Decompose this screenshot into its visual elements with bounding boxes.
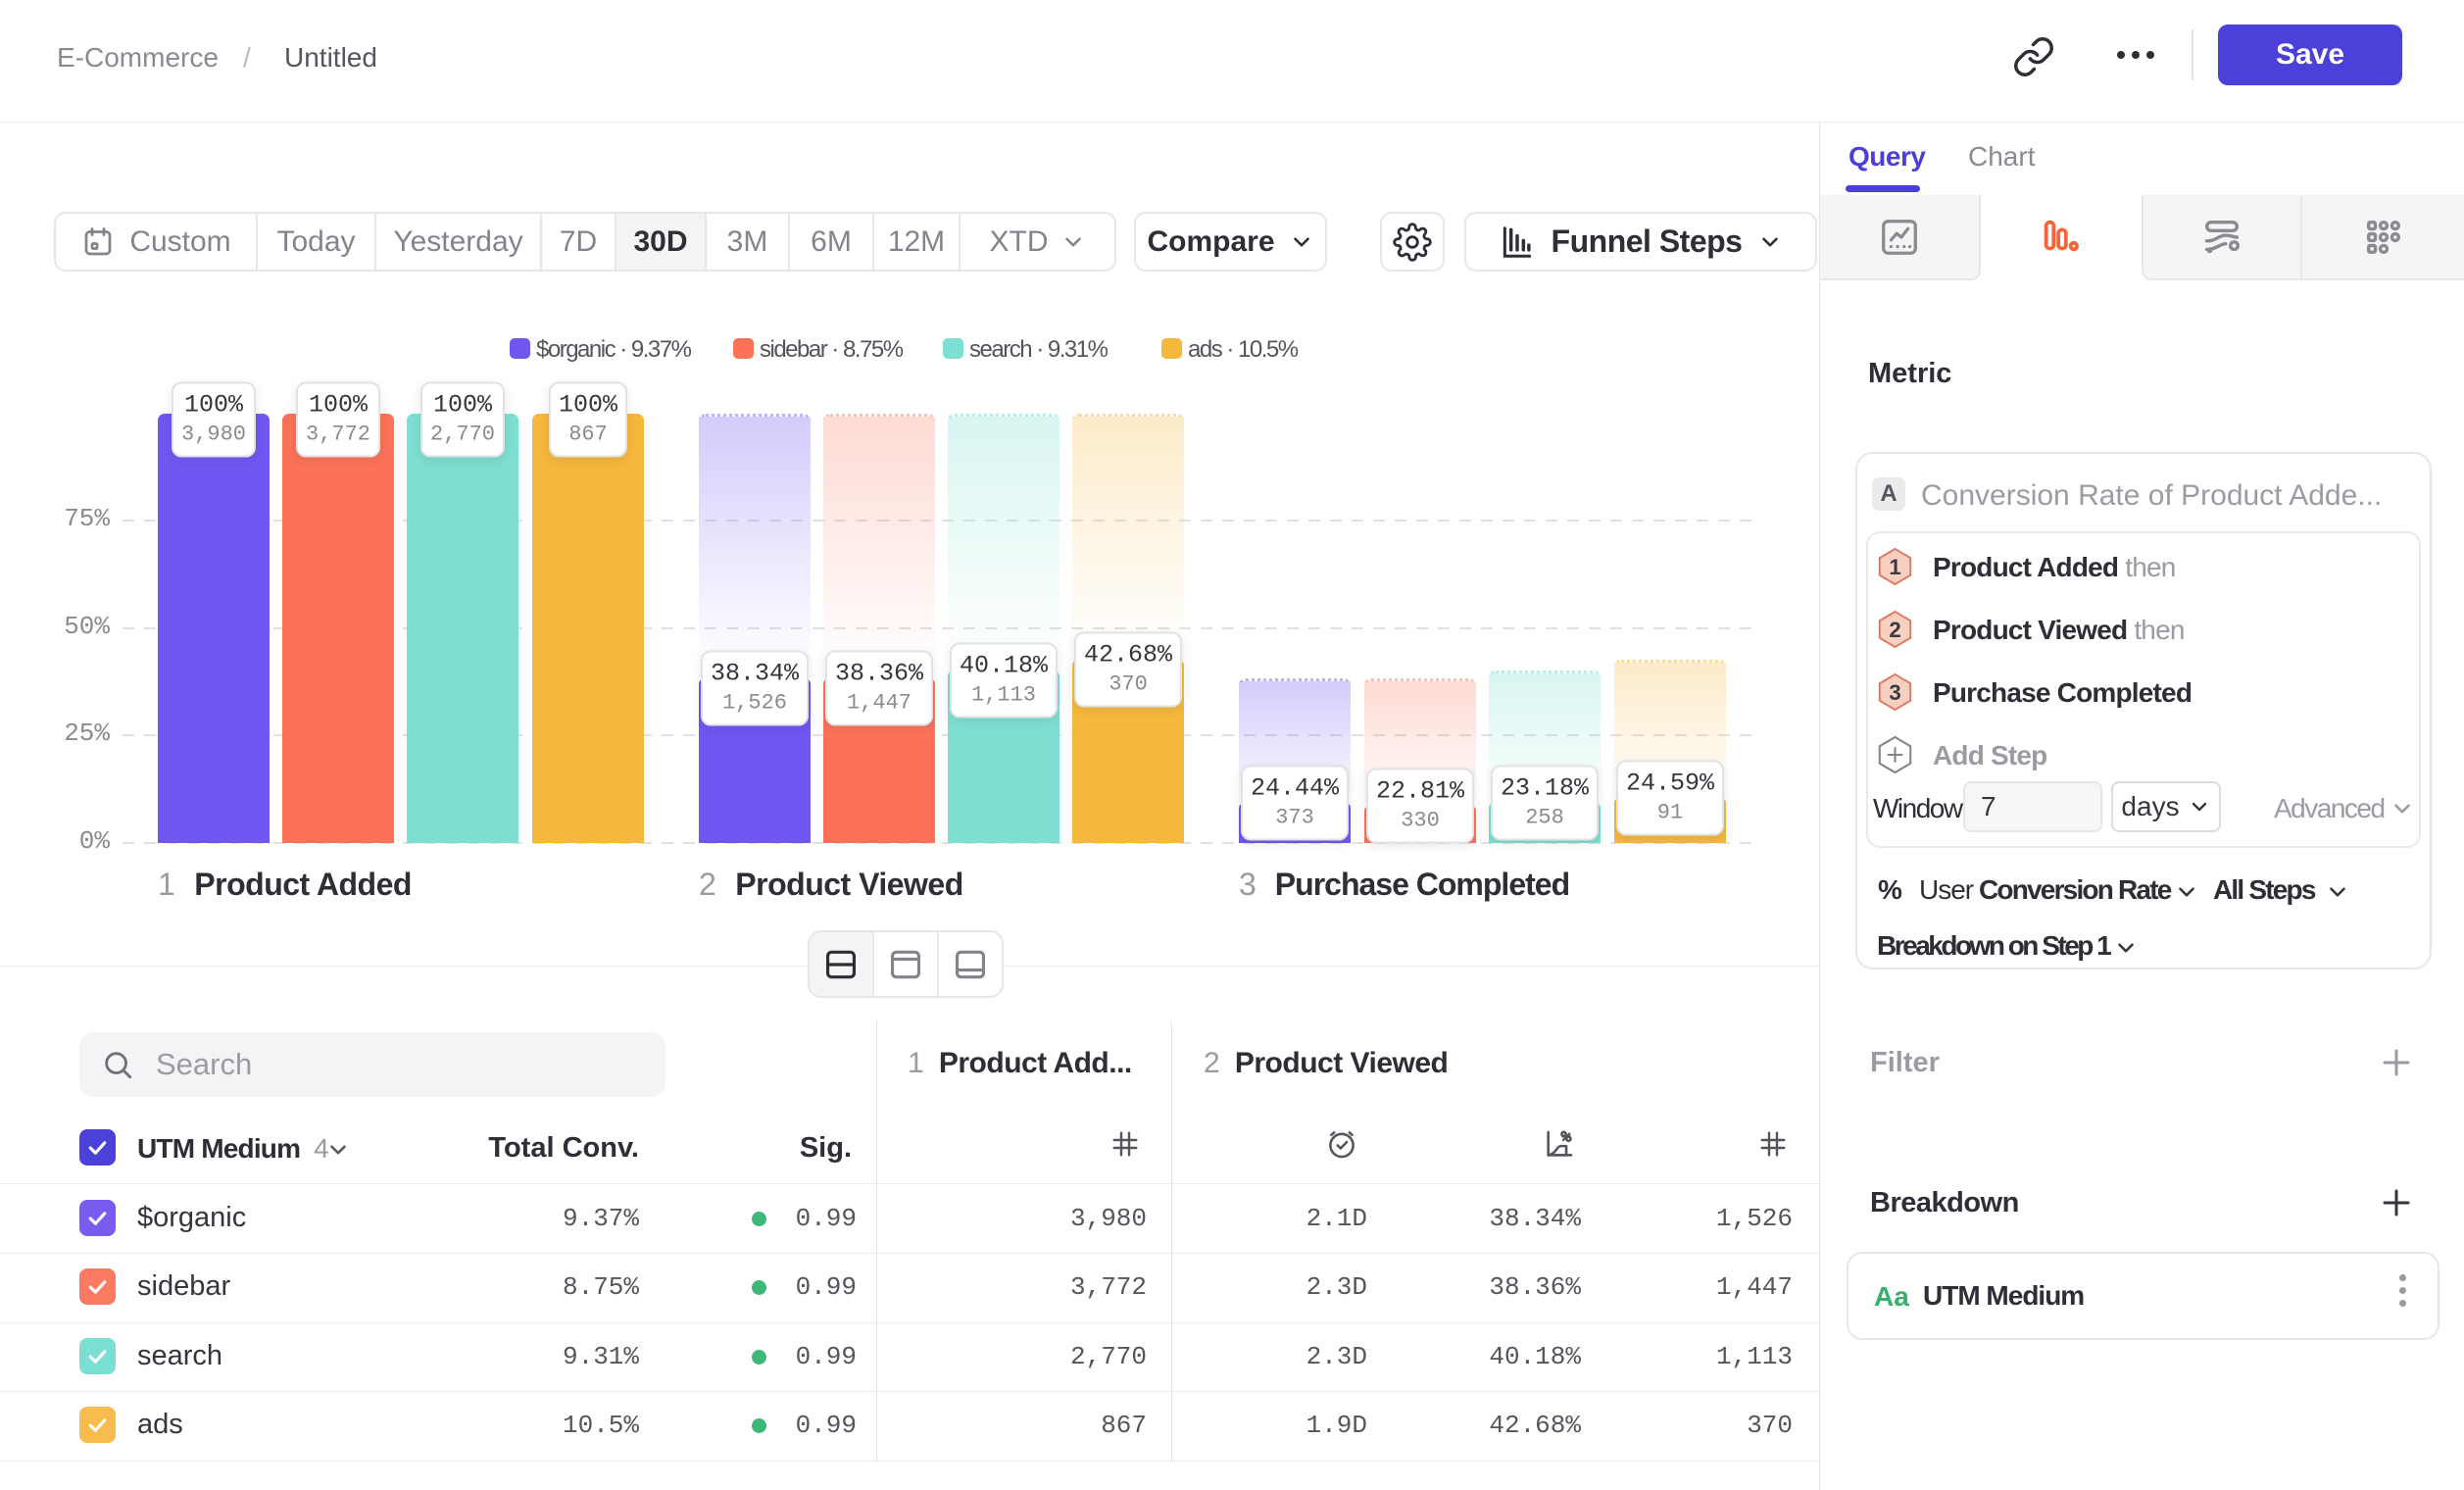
svg-text:2: 2 [1889,618,1900,642]
svg-text:3: 3 [1889,680,1900,705]
svg-text:1: 1 [1889,555,1900,579]
